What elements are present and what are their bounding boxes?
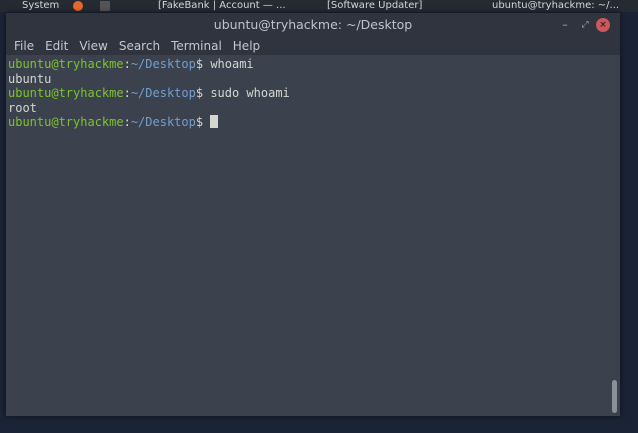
maximize-button[interactable]: ⤢ <box>578 18 592 32</box>
menu-file[interactable]: File <box>14 37 34 55</box>
terminal-line: root <box>8 100 37 115</box>
terminal-line: ubuntu@tryhackme:~/Desktop$ <box>8 115 618 130</box>
menu-bar: File Edit View Search Terminal Help <box>6 37 620 55</box>
menu-edit[interactable]: Edit <box>45 37 68 55</box>
taskbar-item-terminal[interactable]: ubuntu@tryhackme: ~/... <box>492 0 619 12</box>
terminal-launcher-icon[interactable] <box>100 1 110 11</box>
menu-help[interactable]: Help <box>233 37 260 55</box>
terminal-window: ubuntu@tryhackme: ~/Desktop – ⤢ × File E… <box>6 13 620 416</box>
terminal-output[interactable]: ubuntu@tryhackme:~/Desktop$ whoami ubuntu… <box>6 55 620 416</box>
cursor <box>210 115 219 129</box>
minimize-button[interactable]: – <box>558 18 572 32</box>
prompt-path: ~/Desktop <box>130 86 196 101</box>
prompt-user: ubuntu@tryhackme <box>8 57 124 71</box>
taskbar-item-fakebank[interactable]: [FakeBank | Account — ... <box>158 0 286 12</box>
prompt-path: ~/Desktop <box>130 115 196 130</box>
command: sudo whoami <box>210 86 290 101</box>
firefox-icon[interactable] <box>73 1 83 11</box>
window-title: ubuntu@tryhackme: ~/Desktop <box>213 17 413 32</box>
title-bar[interactable]: ubuntu@tryhackme: ~/Desktop – ⤢ × <box>6 13 620 37</box>
menu-view[interactable]: View <box>79 37 107 55</box>
taskbar: System [FakeBank | Account — ... [Softwa… <box>0 0 638 12</box>
scrollbar-thumb[interactable] <box>612 380 617 413</box>
system-menu[interactable]: System <box>22 0 59 12</box>
prompt-path: ~/Desktop <box>130 57 196 71</box>
command: whoami <box>210 57 254 71</box>
menu-terminal[interactable]: Terminal <box>171 37 222 55</box>
close-button[interactable]: × <box>596 18 610 32</box>
menu-search[interactable]: Search <box>119 37 160 55</box>
prompt-user: ubuntu@tryhackme <box>8 115 124 130</box>
terminal-line: ubuntu@tryhackme:~/Desktop$ sudo whoami <box>8 86 290 101</box>
terminal-line: ubuntu@tryhackme:~/Desktop$ whoami <box>8 57 254 71</box>
prompt-user: ubuntu@tryhackme <box>8 86 124 101</box>
taskbar-item-software-updater[interactable]: [Software Updater] <box>327 0 422 12</box>
terminal-line: ubuntu <box>8 71 52 86</box>
